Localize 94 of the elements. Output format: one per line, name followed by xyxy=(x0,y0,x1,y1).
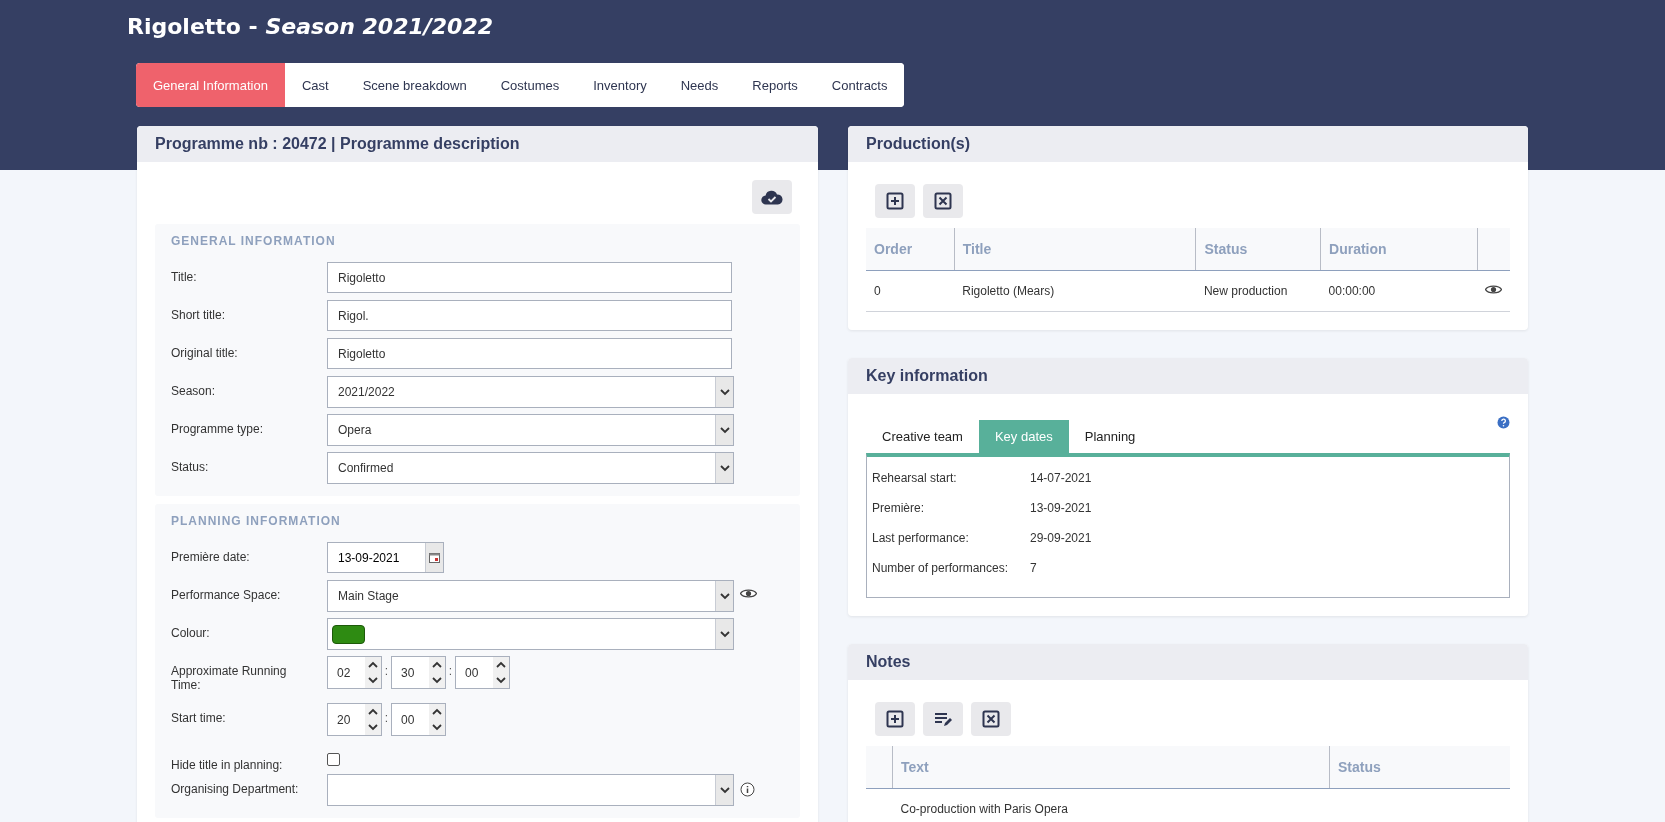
x-square-icon xyxy=(934,192,952,210)
select-field[interactable] xyxy=(327,774,734,806)
chevron-down-icon xyxy=(719,426,730,434)
colour-select[interactable] xyxy=(327,618,734,650)
text-field[interactable]: Rigoletto xyxy=(327,338,732,369)
table-cell: 0 xyxy=(866,270,955,312)
info-icon[interactable] xyxy=(740,782,755,797)
date-label: Rehearsal start: xyxy=(872,471,958,485)
delete-button[interactable] xyxy=(923,184,963,218)
select-field[interactable]: Confirmed xyxy=(327,452,734,484)
chevron-up-icon xyxy=(368,661,378,669)
field-label: Organising Department: xyxy=(171,781,300,796)
field-label: Colour: xyxy=(171,625,211,640)
chevron-up-icon xyxy=(368,708,378,716)
list-pencil-icon xyxy=(933,711,953,727)
panel-header: Notes xyxy=(848,644,1528,680)
column-header: Title xyxy=(954,228,1196,271)
plus-square-icon xyxy=(886,710,904,728)
section-heading: PLANNING INFORMATION xyxy=(171,513,342,530)
chevron-down-icon xyxy=(432,723,442,731)
text-field[interactable]: Rigoletto xyxy=(327,262,732,293)
delete-button[interactable] xyxy=(971,702,1011,736)
add-button[interactable] xyxy=(875,702,915,736)
calendar-icon[interactable] xyxy=(429,552,440,563)
column-header: Order xyxy=(866,228,955,271)
add-button[interactable] xyxy=(875,184,915,218)
panel-header: Production(s) xyxy=(848,126,1528,162)
column-header: Status xyxy=(1195,228,1321,271)
field-label: Original title: xyxy=(171,345,239,360)
chevron-down-icon xyxy=(719,464,730,472)
season-subtitle: Season 2021/2022 xyxy=(265,14,494,39)
eye-icon[interactable] xyxy=(1485,284,1502,295)
field-label: Start time: xyxy=(171,710,227,725)
info-tab[interactable]: Creative team xyxy=(866,420,979,453)
field-label: Title: xyxy=(171,269,198,284)
edit-button[interactable] xyxy=(923,702,963,736)
column-header: Status xyxy=(1329,746,1510,789)
select-field[interactable]: Opera xyxy=(327,414,734,446)
chevron-down-icon xyxy=(719,592,730,600)
time-spinner[interactable]: 00 xyxy=(455,656,510,689)
field-label: Approximate Running Time: xyxy=(171,663,288,692)
panel-header: Programme nb : 20472 | Programme description xyxy=(137,126,818,162)
chevron-up-icon xyxy=(432,708,442,716)
x-square-icon xyxy=(982,710,1000,728)
chevron-down-icon xyxy=(719,388,730,396)
date-field[interactable]: 13-09-2021 xyxy=(327,542,444,573)
date-value: 14-07-2021 xyxy=(1030,471,1092,485)
date-value: 7 xyxy=(1030,561,1037,575)
time-spinner[interactable]: 30 xyxy=(391,656,446,689)
time-spinner[interactable]: 02 xyxy=(327,656,382,689)
section-heading: GENERAL INFORMATION xyxy=(171,233,337,250)
chevron-down-icon xyxy=(719,630,730,638)
chevron-down-icon xyxy=(496,676,506,684)
field-label: Performance Space: xyxy=(171,587,282,602)
chevron-down-icon xyxy=(368,723,378,731)
table-cell: Co-production with Paris Opera xyxy=(892,788,1330,822)
info-tab[interactable]: Planning xyxy=(1068,420,1152,453)
select-field[interactable]: Main Stage xyxy=(327,580,734,612)
field-label: Season: xyxy=(171,383,217,398)
date-label: Last performance: xyxy=(872,531,970,545)
field-label: Short title: xyxy=(171,307,227,322)
help-icon[interactable] xyxy=(1497,416,1510,429)
save-button[interactable] xyxy=(752,180,792,214)
chevron-down-icon xyxy=(368,676,378,684)
date-label: Première: xyxy=(872,501,925,515)
chevron-up-icon xyxy=(432,661,442,669)
page-title: Rigoletto - xyxy=(127,14,259,39)
table-cell: New production xyxy=(1195,270,1321,312)
date-value: 29-09-2021 xyxy=(1030,531,1092,545)
field-label: Hide title in planning: xyxy=(171,757,284,772)
column-header: Text xyxy=(892,746,1330,789)
date-value: 13-09-2021 xyxy=(1030,501,1092,515)
plus-square-icon xyxy=(886,192,904,210)
select-field[interactable]: 2021/2022 xyxy=(327,376,734,408)
field-label: Programme type: xyxy=(171,421,265,436)
time-spinner[interactable]: 00 xyxy=(391,703,446,736)
table-cell: Rigoletto (Mears) xyxy=(954,270,1196,312)
time-separator: : xyxy=(447,663,454,678)
field-label: Status: xyxy=(171,459,210,474)
column-header: Duration xyxy=(1320,228,1477,271)
field-label: Première date: xyxy=(171,549,251,564)
chevron-up-icon xyxy=(496,661,506,669)
cloud-check-icon xyxy=(761,189,783,205)
checkbox[interactable] xyxy=(327,753,340,766)
date-label: Number of performances: xyxy=(872,561,1010,575)
chevron-down-icon xyxy=(719,786,730,794)
time-separator: : xyxy=(383,710,390,725)
table-cell: 00:00:00 xyxy=(1320,270,1477,312)
panel-header: Key information xyxy=(848,358,1528,394)
eye-icon[interactable] xyxy=(740,588,757,599)
text-field[interactable]: Rigol. xyxy=(327,300,732,331)
chevron-down-icon xyxy=(432,676,442,684)
time-spinner[interactable]: 20 xyxy=(327,703,382,736)
time-separator: : xyxy=(383,663,390,678)
